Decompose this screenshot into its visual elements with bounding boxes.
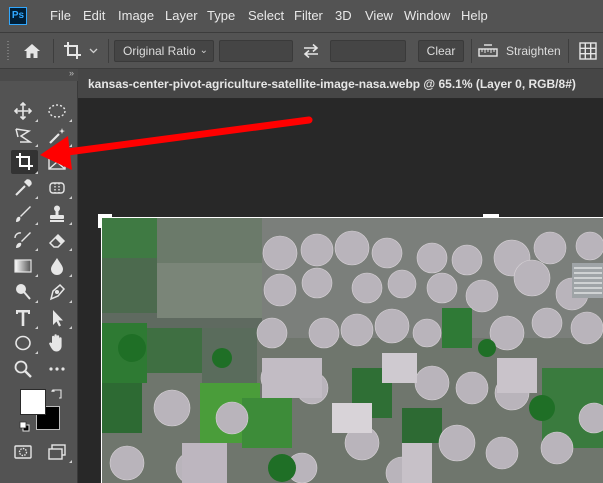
menu-edit[interactable]: Edit bbox=[83, 0, 105, 32]
satellite-image bbox=[102, 218, 603, 483]
quick-mask-icon[interactable] bbox=[12, 441, 38, 463]
swap-colors-icon[interactable] bbox=[51, 388, 63, 400]
satellite-image-canvas[interactable] bbox=[101, 217, 603, 483]
tools-panel: » bbox=[0, 68, 78, 483]
ratio-select[interactable]: Original Ratio ⌄ bbox=[114, 40, 214, 62]
type-tool-icon[interactable] bbox=[12, 307, 38, 329]
path-selection-tool-icon[interactable] bbox=[46, 307, 72, 329]
collapse-icon[interactable]: » bbox=[69, 68, 74, 78]
menu-filter[interactable]: Filter bbox=[294, 0, 323, 32]
brush-tool-icon[interactable] bbox=[12, 203, 38, 225]
crop-height-field[interactable] bbox=[330, 40, 406, 62]
ellipse-tool-icon[interactable] bbox=[12, 332, 38, 354]
clone-stamp-tool-icon[interactable] bbox=[46, 203, 72, 225]
pen-tool-icon[interactable] bbox=[46, 281, 72, 303]
home-icon[interactable] bbox=[22, 41, 42, 61]
eraser-tool-icon[interactable] bbox=[46, 229, 72, 251]
history-brush-tool-icon[interactable] bbox=[12, 229, 38, 251]
marquee-tool-icon[interactable] bbox=[46, 100, 72, 122]
document-tab[interactable]: kansas-center-pivot-agriculture-satellit… bbox=[78, 69, 603, 99]
hand-tool-icon[interactable] bbox=[46, 332, 72, 354]
lasso-tool-icon[interactable] bbox=[12, 125, 38, 147]
ratio-select-value: Original Ratio bbox=[123, 44, 196, 58]
document-tab-bar: kansas-center-pivot-agriculture-satellit… bbox=[78, 69, 603, 99]
screen-mode-icon[interactable] bbox=[46, 441, 72, 463]
menu-help[interactable]: Help bbox=[461, 0, 488, 32]
menu-select[interactable]: Select bbox=[248, 0, 284, 32]
straighten-label[interactable]: Straighten bbox=[506, 33, 561, 70]
crop-width-field[interactable] bbox=[219, 40, 293, 62]
menu-layer[interactable]: Layer bbox=[165, 0, 198, 32]
clear-button[interactable]: Clear bbox=[418, 40, 464, 62]
menu-bar: Ps File Edit Image Layer Type Select Fil… bbox=[0, 0, 603, 32]
tools-panel-header[interactable]: » bbox=[0, 68, 78, 81]
eyedropper-tool-icon[interactable] bbox=[12, 177, 38, 199]
menu-window[interactable]: Window bbox=[404, 0, 450, 32]
straighten-icon[interactable] bbox=[478, 42, 498, 60]
move-tool-icon[interactable] bbox=[12, 100, 38, 122]
spot-healing-tool-icon[interactable] bbox=[46, 177, 72, 199]
foreground-color-swatch[interactable] bbox=[20, 389, 46, 415]
crop-preset-picker[interactable] bbox=[62, 40, 102, 62]
more-tools-icon[interactable] bbox=[46, 358, 72, 380]
crop-tool-icon[interactable] bbox=[11, 150, 38, 174]
default-colors-icon[interactable] bbox=[19, 421, 30, 432]
chevron-down-icon: ⌄ bbox=[199, 45, 208, 56]
menu-view[interactable]: View bbox=[365, 0, 393, 32]
frame-tool-icon[interactable] bbox=[46, 151, 72, 173]
quick-selection-tool-icon[interactable] bbox=[46, 125, 72, 147]
blur-tool-icon[interactable] bbox=[46, 255, 72, 277]
grip-icon bbox=[6, 38, 10, 64]
options-bar: Original Ratio ⌄ Clear Straighten bbox=[0, 32, 603, 69]
menu-image[interactable]: Image bbox=[118, 0, 154, 32]
menu-type[interactable]: Type bbox=[207, 0, 235, 32]
menu-file[interactable]: File bbox=[50, 0, 71, 32]
zoom-tool-icon[interactable] bbox=[12, 358, 38, 380]
grid-overlay-icon[interactable] bbox=[578, 41, 598, 61]
document-title: kansas-center-pivot-agriculture-satellit… bbox=[88, 77, 576, 91]
photoshop-logo-icon: Ps bbox=[9, 7, 27, 25]
dodge-tool-icon[interactable] bbox=[12, 281, 38, 303]
swap-arrows-icon[interactable] bbox=[302, 42, 320, 60]
menu-3d[interactable]: 3D bbox=[335, 0, 352, 32]
gradient-tool-icon[interactable] bbox=[12, 255, 38, 277]
